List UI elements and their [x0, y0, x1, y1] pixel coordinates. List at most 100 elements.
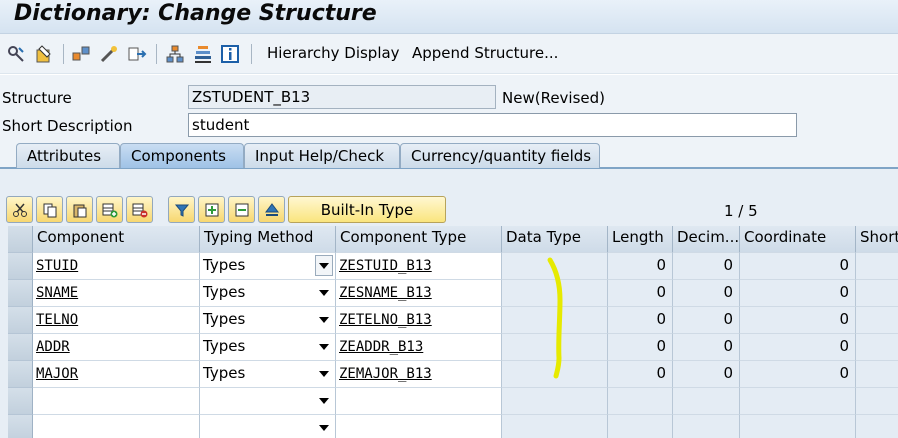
short-text-cell [856, 280, 898, 307]
component-type-cell[interactable]: ZESNAME_B13 [336, 280, 502, 307]
coordinate-cell: 0 [740, 307, 856, 334]
length-cell [608, 388, 673, 415]
decimals-cell: 0 [673, 334, 740, 361]
where-used-icon[interactable] [126, 43, 148, 65]
component-type-cell[interactable] [336, 388, 502, 415]
length-cell: 0 [608, 253, 673, 280]
row-selector[interactable] [8, 361, 33, 388]
component-cell[interactable]: STUID [33, 253, 200, 280]
row-selector[interactable] [8, 307, 33, 334]
component-cell[interactable]: TELNO [33, 307, 200, 334]
chevron-down-icon[interactable] [319, 290, 329, 296]
component-type-cell[interactable]: ZEMAJOR_B13 [336, 361, 502, 388]
length-cell: 0 [608, 361, 673, 388]
display-change-icon[interactable] [33, 43, 55, 65]
typing-method-cell[interactable]: Types [200, 307, 336, 334]
tab-input-help-check[interactable]: Input Help/Check [244, 143, 400, 168]
typing-method-cell[interactable] [200, 388, 336, 415]
component-cell[interactable] [33, 388, 200, 415]
component-type-cell[interactable] [336, 415, 502, 438]
row-selector[interactable] [8, 415, 33, 438]
decimals-cell: 0 [673, 307, 740, 334]
typing-method-cell[interactable]: Types [200, 253, 336, 280]
delete-row-icon[interactable] [126, 196, 153, 223]
typing-method-cell[interactable] [200, 415, 336, 438]
decimals-cell [673, 415, 740, 438]
filter-icon[interactable] [168, 196, 195, 223]
append-structure-button[interactable]: Append Structure... [412, 44, 558, 62]
chevron-down-icon[interactable] [319, 344, 329, 350]
row-selector[interactable] [8, 334, 33, 361]
decimals-cell: 0 [673, 253, 740, 280]
component-cell[interactable] [33, 415, 200, 438]
component-type-cell[interactable]: ZEADDR_B13 [336, 334, 502, 361]
tab-currency-quantity-fields[interactable]: Currency/quantity fields [400, 143, 600, 168]
component-cell[interactable]: MAJOR [33, 361, 200, 388]
copy-icon[interactable] [36, 196, 63, 223]
info-icon[interactable] [219, 43, 241, 65]
row-selector[interactable] [8, 280, 33, 307]
highlighter-annotation [547, 257, 563, 379]
component-cell[interactable]: ADDR [33, 334, 200, 361]
coordinate-cell [740, 388, 856, 415]
length-cell [608, 415, 673, 438]
typing-method-cell[interactable]: Types [200, 361, 336, 388]
column-header-component[interactable]: Component [33, 226, 200, 253]
column-header-short-text[interactable]: Short [856, 226, 898, 253]
activate-icon[interactable] [70, 43, 92, 65]
column-header-decimals[interactable]: Decim... [673, 226, 740, 253]
tab-attributes[interactable]: Attributes [16, 143, 120, 168]
coordinate-cell: 0 [740, 361, 856, 388]
tab-components[interactable]: Components [120, 143, 244, 168]
short-text-cell [856, 361, 898, 388]
decimals-cell [673, 388, 740, 415]
typing-method-cell[interactable]: Types [200, 280, 336, 307]
toolbar-separator [63, 44, 64, 64]
row-selector[interactable] [8, 388, 33, 415]
other-object-icon[interactable] [5, 43, 27, 65]
coordinate-cell: 0 [740, 334, 856, 361]
hierarchy-display-button[interactable]: Hierarchy Display [267, 44, 400, 62]
row-selector[interactable] [8, 253, 33, 280]
collapse-icon[interactable] [228, 196, 255, 223]
chevron-down-icon[interactable] [319, 317, 329, 323]
stack-icon[interactable] [192, 43, 214, 65]
typing-dropdown-button[interactable] [315, 255, 333, 276]
length-cell: 0 [608, 307, 673, 334]
short-text-cell [856, 307, 898, 334]
short-description-field[interactable]: student [188, 113, 797, 137]
column-header-data-type[interactable]: Data Type [502, 226, 608, 253]
column-header-coordinate[interactable]: Coordinate [740, 226, 856, 253]
check-icon[interactable] [98, 43, 120, 65]
component-type-cell[interactable]: ZETELNO_B13 [336, 307, 502, 334]
structure-label: Structure [2, 89, 72, 107]
short-description-label: Short Description [2, 117, 133, 135]
length-cell: 0 [608, 334, 673, 361]
built-in-type-button[interactable]: Built-In Type [288, 196, 446, 223]
paste-icon[interactable] [66, 196, 93, 223]
title-bar: Dictionary: Change Structure [0, 0, 898, 34]
components-table: Component Typing Method Component Type D… [8, 226, 898, 438]
hierarchy-icon[interactable] [164, 43, 186, 65]
expand-icon[interactable] [198, 196, 225, 223]
column-header-length[interactable]: Length [608, 226, 673, 253]
cut-icon[interactable] [6, 196, 33, 223]
select-all-cell[interactable] [8, 226, 33, 253]
short-text-cell [856, 415, 898, 438]
chevron-down-icon[interactable] [319, 425, 329, 431]
chevron-down-icon[interactable] [319, 398, 329, 404]
move-up-icon[interactable] [258, 196, 285, 223]
component-cell[interactable]: SNAME [33, 280, 200, 307]
page-indicator: 1 / 5 [724, 202, 758, 220]
coordinate-cell: 0 [740, 280, 856, 307]
page-title: Dictionary: Change Structure [14, 1, 377, 26]
insert-row-icon[interactable] [96, 196, 123, 223]
typing-method-cell[interactable]: Types [200, 334, 336, 361]
data-type-cell [502, 415, 608, 438]
column-header-typing-method[interactable]: Typing Method [200, 226, 336, 253]
column-header-component-type[interactable]: Component Type [336, 226, 502, 253]
decimals-cell: 0 [673, 280, 740, 307]
length-cell: 0 [608, 280, 673, 307]
component-type-cell[interactable]: ZESTUID_B13 [336, 253, 502, 280]
chevron-down-icon[interactable] [319, 371, 329, 377]
